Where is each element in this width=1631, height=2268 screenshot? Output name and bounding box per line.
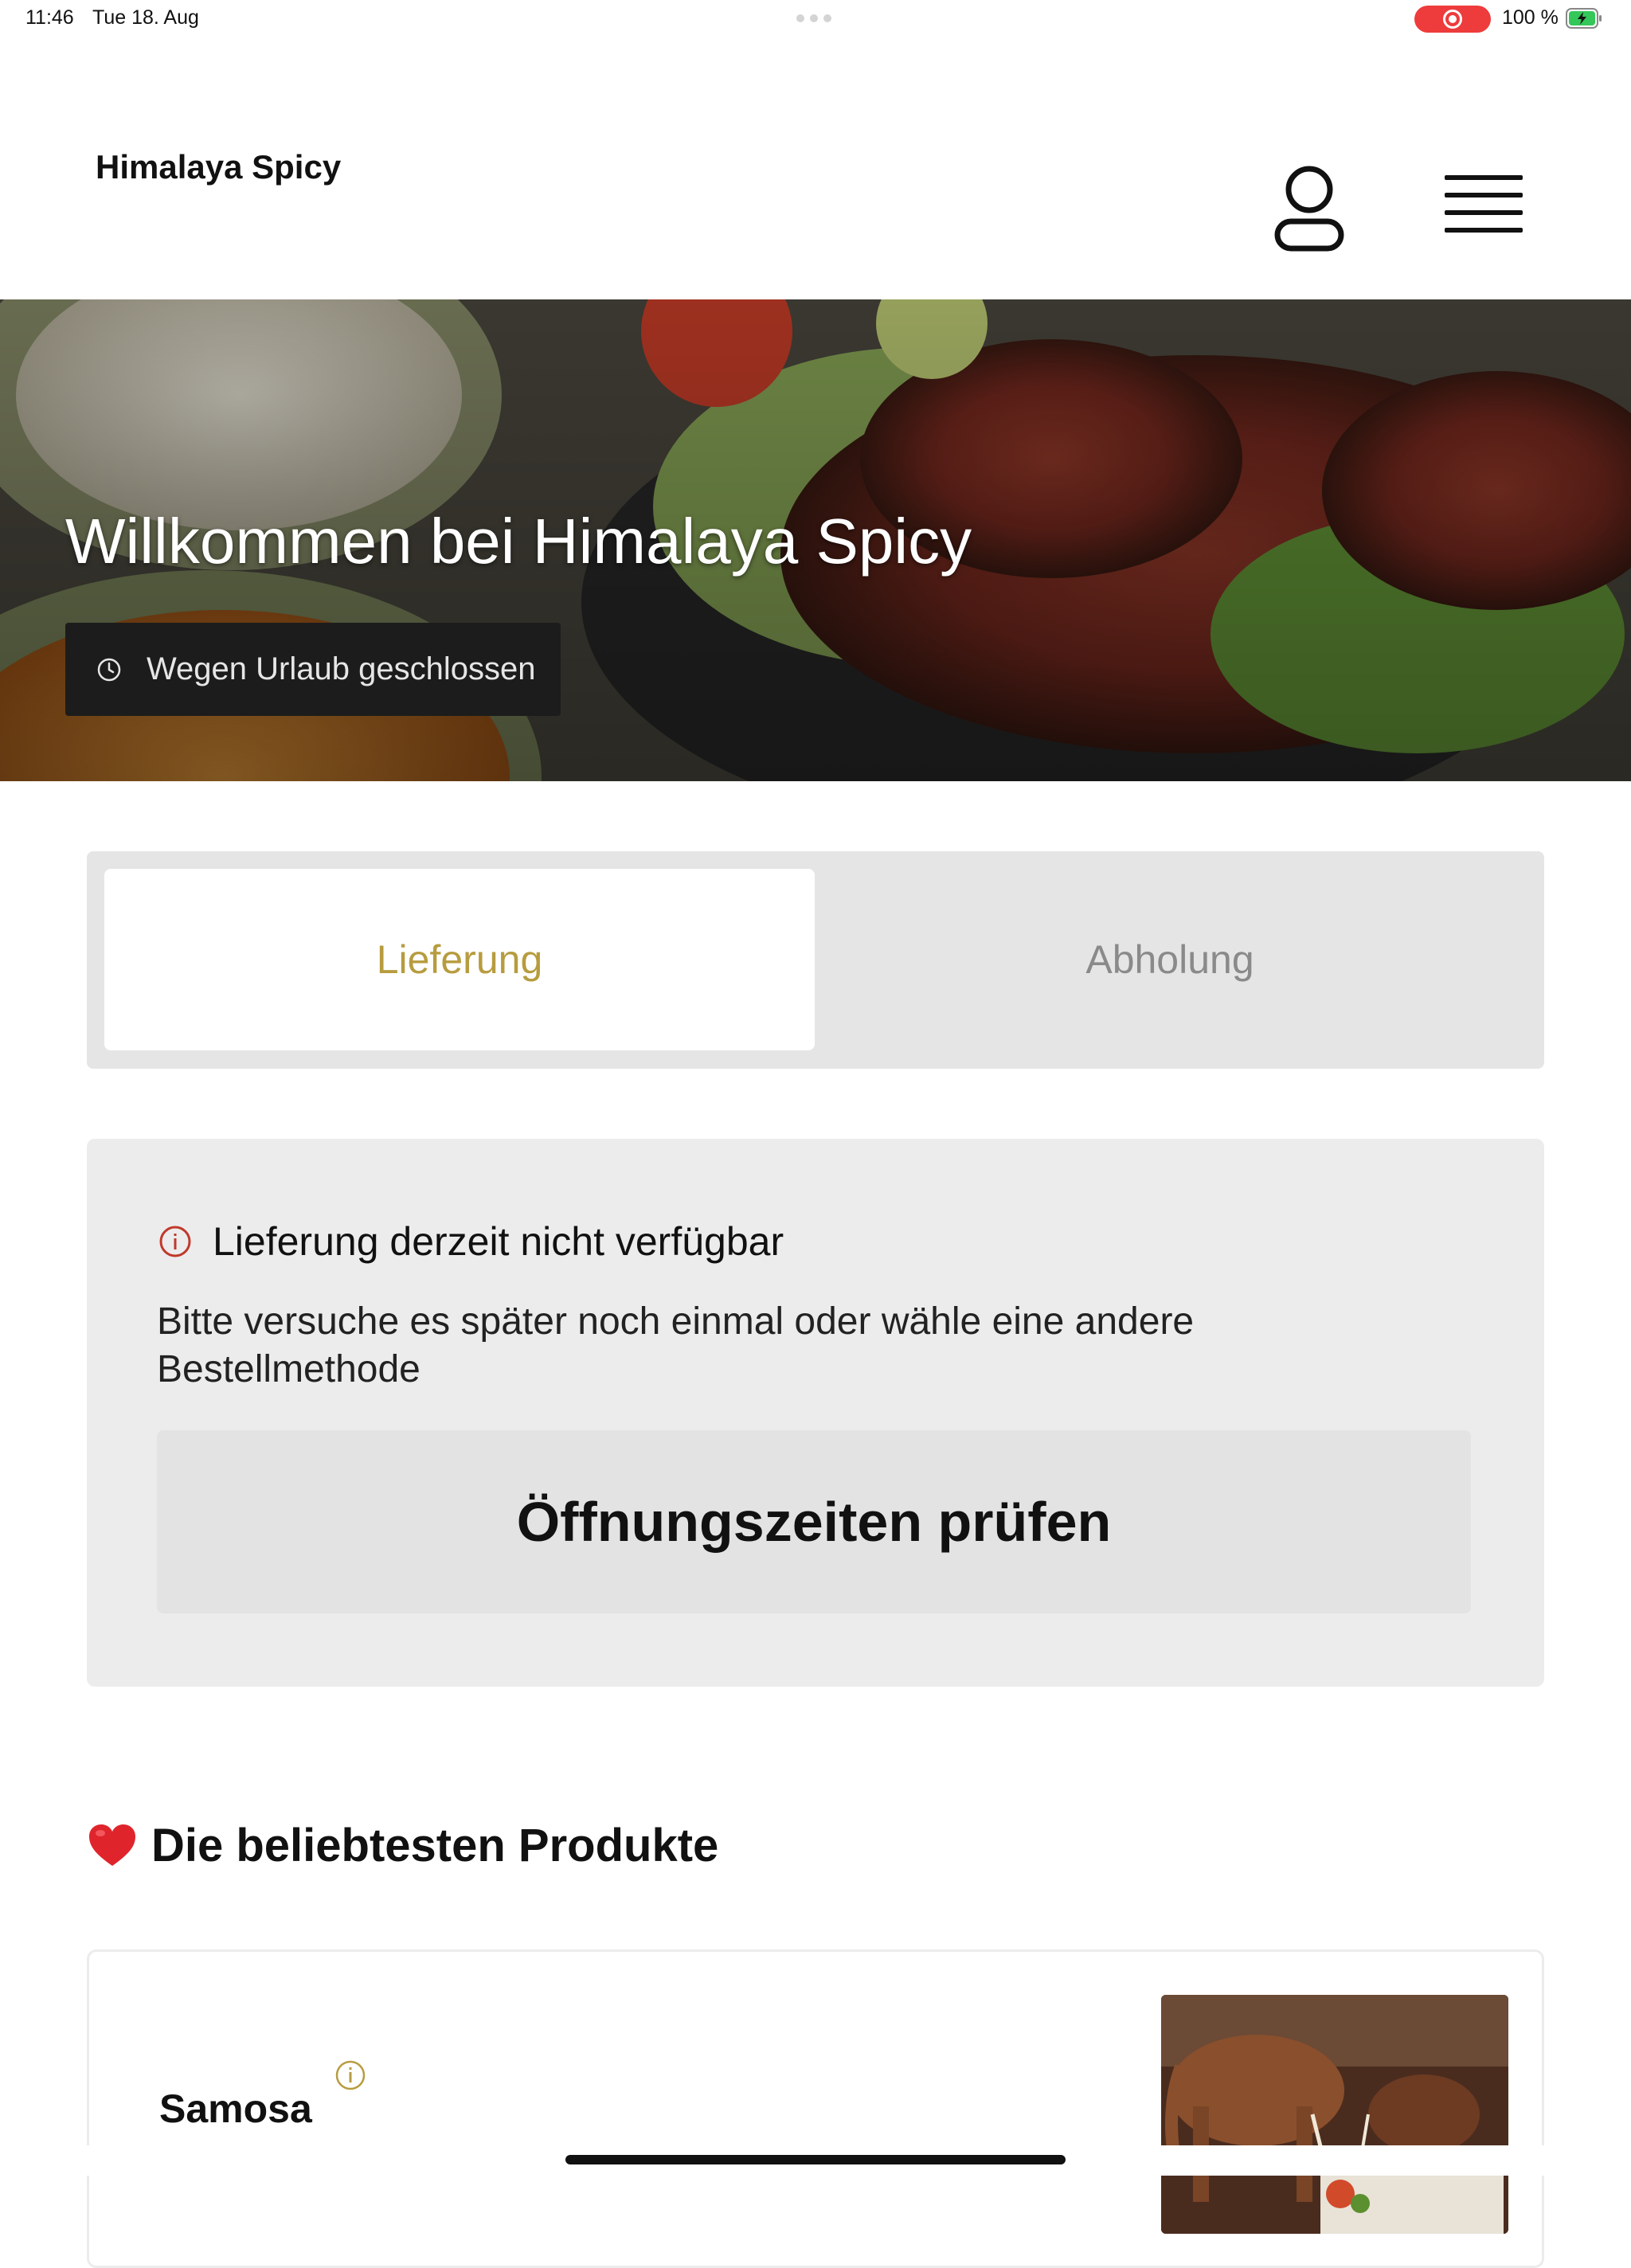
restaurant-status-badge: Wegen Urlaub geschlossen — [65, 623, 561, 716]
hamburger-menu-icon[interactable] — [1440, 172, 1527, 244]
restaurant-status-text: Wegen Urlaub geschlossen — [147, 651, 536, 686]
app-header: Himalaya Spicy — [0, 40, 1631, 299]
notice-header: Lieferung derzeit nicht verfügbar — [158, 1218, 784, 1265]
info-circle-icon — [159, 1226, 191, 1257]
tab-pickup-label: Abholung — [1085, 937, 1254, 982]
notice-title: Lieferung derzeit nicht verfügbar — [213, 1219, 784, 1264]
tab-pickup[interactable]: Abholung — [815, 869, 1525, 1050]
screen-recording-icon[interactable] — [1414, 6, 1491, 33]
order-method-toggle: Lieferung Abholung — [87, 851, 1544, 1069]
tab-delivery-label: Lieferung — [376, 937, 543, 982]
product-name: Samosa — [159, 2086, 312, 2131]
user-icon[interactable] — [1269, 159, 1349, 255]
clock-icon — [97, 658, 121, 681]
product-card[interactable]: Samosa — [87, 1949, 1544, 2268]
product-image — [1161, 1995, 1508, 2234]
hero-banner: Willkommen bei Himalaya Spicy Wegen Urla… — [0, 299, 1631, 781]
tab-delivery[interactable]: Lieferung — [104, 869, 815, 1050]
hero-title: Willkommen bei Himalaya Spicy — [65, 506, 972, 577]
check-opening-hours-button[interactable]: Öffnungszeiten prüfen — [157, 1430, 1471, 1613]
battery-percentage: 100 % — [1502, 6, 1559, 29]
popular-products-heading: Die beliebtesten Produkte — [88, 1819, 718, 1872]
delivery-unavailable-notice: Lieferung derzeit nicht verfügbar Bitte … — [87, 1139, 1544, 1687]
status-bar: 11:46 Tue 18. Aug 100 % — [0, 0, 1631, 40]
battery-icon — [1566, 8, 1602, 29]
multitasking-dots-icon[interactable] — [796, 14, 831, 22]
popular-products-title: Die beliebtesten Produkte — [151, 1820, 719, 1871]
heart-icon — [89, 1824, 135, 1866]
status-time: 11:46 — [25, 6, 74, 29]
status-date: Tue 18. Aug — [92, 6, 199, 29]
home-indicator[interactable] — [565, 2155, 1066, 2164]
brand-name[interactable]: Himalaya Spicy — [96, 148, 341, 186]
notice-message: Bitte versuche es später noch einmal ode… — [157, 1300, 1195, 1390]
info-circle-icon[interactable] — [334, 2059, 366, 2091]
